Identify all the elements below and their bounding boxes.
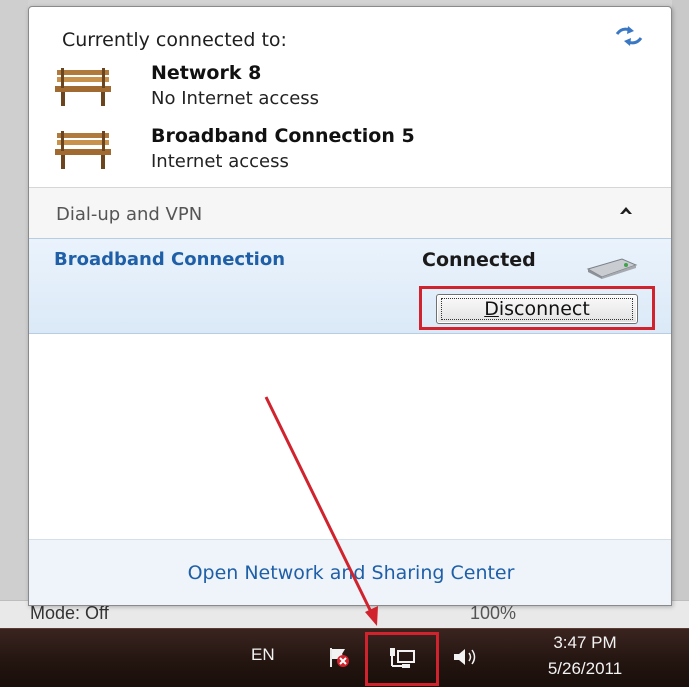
connection-name: Network 8	[151, 62, 262, 84]
background-window-text: Mode: Off	[30, 603, 109, 623]
dialup-vpn-label: Dial-up and VPN	[56, 204, 203, 225]
connection-item[interactable]: Network 8 No Internet access	[53, 62, 653, 118]
refresh-icon[interactable]	[614, 25, 644, 47]
dialup-vpn-header[interactable]: Dial-up and VPN	[29, 188, 671, 238]
connection-status: Internet access	[151, 151, 289, 172]
desktop-background-right	[672, 0, 689, 600]
focus-rectangle	[441, 298, 633, 320]
network-tray-highlight-box	[365, 632, 439, 686]
clock-date[interactable]: 5/26/2011	[525, 659, 645, 679]
background-window-zoom: 100%	[470, 603, 517, 623]
vpn-connection-item[interactable]: Broadband Connection Connected Disconnec…	[29, 238, 671, 334]
disconnect-highlight-box: Disconnect	[419, 286, 655, 330]
bench-network-icon	[55, 131, 111, 169]
volume-icon[interactable]	[451, 645, 481, 669]
taskbar: EN 3:47 PM 5/26/2011	[0, 628, 689, 687]
currently-connected-label: Currently connected to:	[62, 29, 287, 51]
modem-icon	[586, 258, 638, 279]
language-indicator[interactable]: EN	[251, 645, 275, 665]
desktop-background-left	[0, 0, 28, 600]
network-flyout: Currently connected to: Network 8 No Int…	[28, 6, 672, 606]
action-center-flag-icon[interactable]	[327, 645, 351, 669]
vpn-connection-status: Connected	[422, 249, 536, 271]
network-tray-icon[interactable]	[388, 647, 416, 671]
clock-time[interactable]: 3:47 PM	[525, 633, 645, 653]
bench-network-icon	[55, 68, 111, 106]
open-network-sharing-center-link[interactable]: Open Network and Sharing Center	[29, 562, 671, 584]
disconnect-button[interactable]: Disconnect	[436, 294, 638, 324]
connection-name: Broadband Connection 5	[151, 125, 415, 147]
flyout-footer: Open Network and Sharing Center	[29, 539, 671, 605]
connection-status: No Internet access	[151, 88, 320, 109]
connection-item[interactable]: Broadband Connection 5 Internet access	[53, 125, 653, 181]
chevron-up-icon[interactable]	[619, 206, 633, 216]
vpn-connection-name: Broadband Connection	[54, 249, 286, 270]
